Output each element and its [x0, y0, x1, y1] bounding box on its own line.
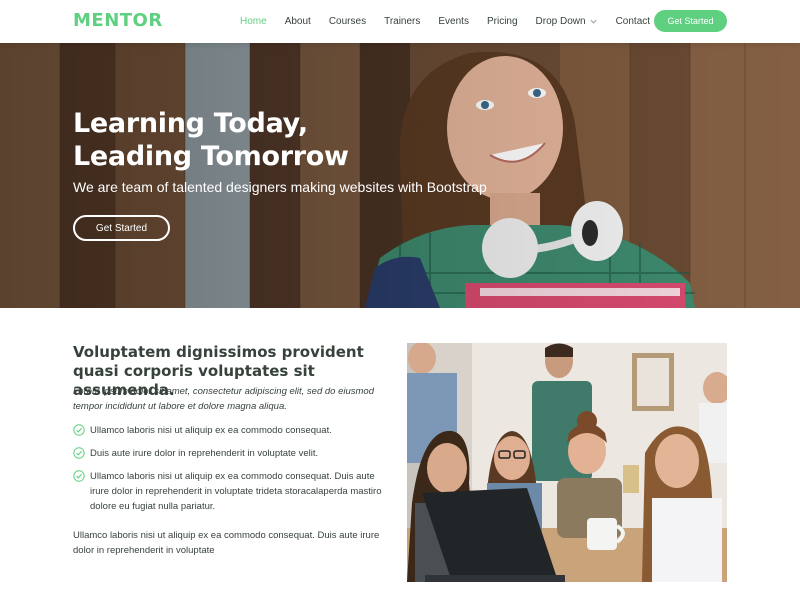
- nav-item-trainers[interactable]: Trainers: [384, 16, 420, 27]
- nav-item-events[interactable]: Events: [438, 16, 469, 27]
- main-nav: Home About Courses Trainers Events Prici…: [240, 0, 668, 43]
- hero-title-line1: Learning Today,: [73, 108, 308, 139]
- site-header: MENTOR Home About Courses Trainers Event…: [0, 0, 800, 43]
- check-circle-icon: [73, 447, 85, 459]
- nav-item-about[interactable]: About: [285, 16, 311, 27]
- list-item: Ullamco laboris nisi ut aliquip ex ea co…: [73, 469, 393, 514]
- about-image: [407, 343, 727, 582]
- hero-subtitle: We are team of talented designers making…: [73, 179, 487, 195]
- nav-item-courses[interactable]: Courses: [329, 16, 366, 27]
- nav-item-home[interactable]: Home: [240, 16, 267, 27]
- hero-title: Learning Today, Leading Tomorrow: [73, 107, 403, 173]
- nav-item-drop-down[interactable]: Drop Down: [536, 16, 598, 27]
- about-paragraph: Ullamco laboris nisi ut aliquip ex ea co…: [73, 530, 380, 556]
- hero-section: Learning Today, Leading Tomorrow We are …: [0, 43, 800, 308]
- list-item-text: Ullamco laboris nisi ut aliquip ex ea co…: [90, 425, 332, 436]
- list-item: Ullamco laboris nisi ut aliquip ex ea co…: [73, 423, 393, 438]
- list-item: Duis aute irure dolor in reprehenderit i…: [73, 446, 393, 461]
- feature-list: Ullamco laboris nisi ut aliquip ex ea co…: [73, 423, 393, 522]
- nav-item-label: Events: [438, 16, 469, 27]
- students-photo: [407, 343, 727, 582]
- chevron-down-icon: [589, 19, 597, 24]
- about-intro-italic: Lorem ipsum dolor sit amet, consectetur …: [73, 386, 374, 412]
- nav-item-contact[interactable]: Contact: [616, 16, 650, 27]
- nav-item-label: Drop Down: [535, 16, 586, 27]
- nav-item-label: Trainers: [384, 16, 421, 27]
- list-item-text: Duis aute irure dolor in reprehenderit i…: [90, 448, 319, 459]
- list-item-text: Ullamco laboris nisi ut aliquip ex ea co…: [90, 471, 382, 512]
- nav-item-label: About: [284, 16, 311, 27]
- site-logo[interactable]: MENTOR: [73, 10, 163, 31]
- nav-item-label: Home: [240, 16, 267, 27]
- hero-title-line2: Leading Tomorrow: [73, 141, 349, 172]
- check-circle-icon: [73, 470, 85, 482]
- nav-item-label: Pricing: [486, 16, 518, 27]
- nav-item-label: Contact: [615, 16, 651, 27]
- nav-item-pricing[interactable]: Pricing: [487, 16, 518, 27]
- nav-item-label: Courses: [328, 16, 367, 27]
- hero-overlay: [0, 43, 800, 308]
- hero-get-started-button[interactable]: Get Started: [73, 215, 170, 241]
- get-started-button[interactable]: Get Started: [654, 10, 727, 32]
- check-circle-icon: [73, 424, 85, 436]
